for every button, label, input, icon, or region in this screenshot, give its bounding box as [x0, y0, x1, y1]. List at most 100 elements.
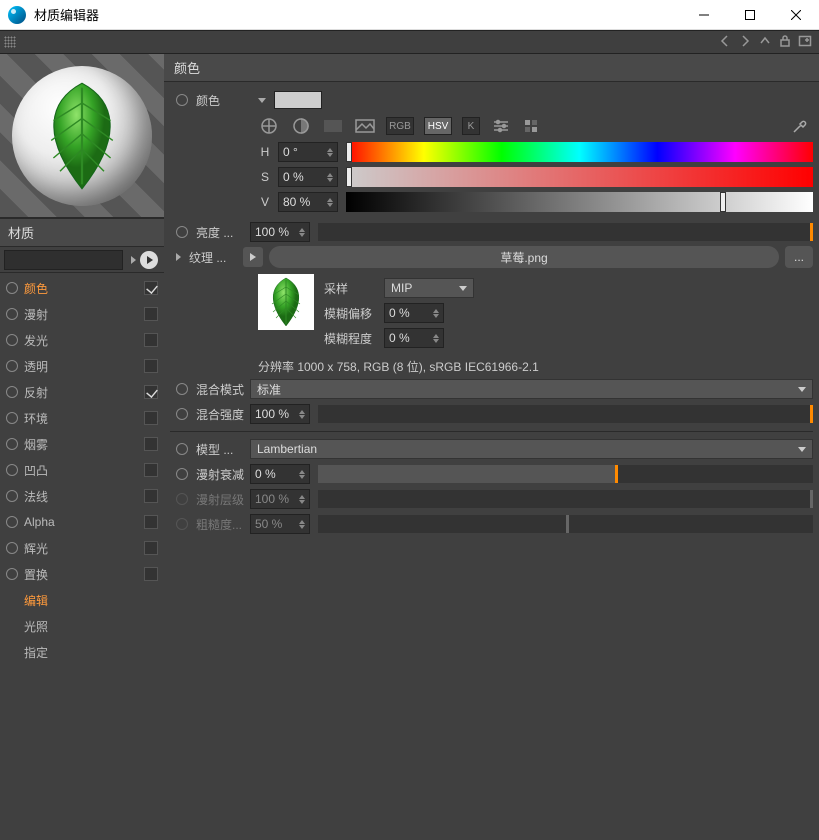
- image-picker-icon[interactable]: [354, 117, 376, 135]
- color-swatch[interactable]: [274, 91, 322, 109]
- channel-anim-toggle[interactable]: [6, 464, 18, 476]
- channel-anim-toggle[interactable]: [6, 412, 18, 424]
- search-dropdown-icon[interactable]: [131, 256, 136, 264]
- maximize-button[interactable]: [727, 0, 773, 30]
- param-anim-toggle[interactable]: [176, 443, 188, 455]
- channel-anim-toggle[interactable]: [6, 490, 18, 502]
- eyedropper-icon[interactable]: [791, 117, 813, 135]
- kelvin-mode-button[interactable]: K: [462, 117, 480, 135]
- channel-label: 颜色: [24, 280, 140, 297]
- mix-strength-spinner[interactable]: 100 %: [250, 404, 310, 424]
- diffuse-level-slider: [318, 490, 813, 508]
- rgb-mode-button[interactable]: RGB: [386, 117, 414, 135]
- swatches-icon[interactable]: [522, 117, 544, 135]
- channel-item[interactable]: 辉光: [0, 535, 164, 561]
- search-input[interactable]: [4, 250, 123, 270]
- color-spectrum-icon[interactable]: [290, 117, 312, 135]
- param-anim-toggle[interactable]: [176, 408, 188, 420]
- channel-item[interactable]: 环境: [0, 405, 164, 431]
- channel-item[interactable]: Alpha: [0, 509, 164, 535]
- channel-checkbox[interactable]: [144, 437, 158, 451]
- channel-anim-toggle[interactable]: [6, 568, 18, 580]
- channel-item[interactable]: 指定: [0, 639, 164, 665]
- channel-anim-toggle[interactable]: [6, 282, 18, 294]
- brightness-slider[interactable]: [318, 223, 813, 241]
- channel-item[interactable]: 漫射: [0, 301, 164, 327]
- channel-label: 编辑: [24, 592, 140, 609]
- s-spinner[interactable]: 0 %: [278, 167, 338, 187]
- mix-mode-dropdown[interactable]: 标准: [250, 379, 813, 399]
- texture-expand-icon[interactable]: [176, 253, 181, 261]
- channel-anim-toggle[interactable]: [6, 438, 18, 450]
- channel-item[interactable]: 凹凸: [0, 457, 164, 483]
- v-spinner[interactable]: 80 %: [278, 192, 338, 212]
- param-anim-toggle[interactable]: [176, 94, 188, 106]
- channel-item[interactable]: 置换: [0, 561, 164, 587]
- channel-anim-toggle[interactable]: [6, 360, 18, 372]
- channel-item[interactable]: 烟雾: [0, 431, 164, 457]
- texture-thumbnail[interactable]: [258, 274, 314, 330]
- mixer-icon[interactable]: [490, 117, 512, 135]
- diffuse-falloff-spinner[interactable]: 0 %: [250, 464, 310, 484]
- channel-anim-toggle[interactable]: [6, 516, 18, 528]
- grayscale-icon[interactable]: [322, 117, 344, 135]
- blur-scale-spinner[interactable]: 0 %: [384, 328, 444, 348]
- nav-up-icon[interactable]: [755, 34, 775, 51]
- channel-checkbox[interactable]: [144, 359, 158, 373]
- model-dropdown[interactable]: Lambertian: [250, 439, 813, 459]
- param-anim-toggle[interactable]: [176, 226, 188, 238]
- channel-checkbox[interactable]: [144, 307, 158, 321]
- channel-label: 指定: [24, 644, 140, 661]
- channel-checkbox[interactable]: [144, 567, 158, 581]
- channel-checkbox[interactable]: [144, 463, 158, 477]
- search-go-button[interactable]: [140, 251, 158, 269]
- channel-item[interactable]: 透明: [0, 353, 164, 379]
- lock-icon[interactable]: [775, 34, 795, 51]
- material-preview[interactable]: [0, 54, 164, 218]
- channel-checkbox[interactable]: [144, 281, 158, 295]
- mix-strength-slider[interactable]: [318, 405, 813, 423]
- channel-item[interactable]: 颜色: [0, 275, 164, 301]
- nav-back-icon[interactable]: [715, 34, 735, 51]
- param-anim-toggle[interactable]: [176, 468, 188, 480]
- param-anim-toggle[interactable]: [176, 383, 188, 395]
- new-tab-icon[interactable]: [795, 34, 815, 51]
- minimize-button[interactable]: [681, 0, 727, 30]
- channel-checkbox[interactable]: [144, 411, 158, 425]
- channel-anim-toggle[interactable]: [6, 386, 18, 398]
- close-button[interactable]: [773, 0, 819, 30]
- sampling-dropdown[interactable]: MIP: [384, 278, 474, 298]
- param-anim-toggle: [176, 493, 188, 505]
- texture-filename-button[interactable]: 草莓.png: [269, 246, 779, 268]
- s-label: S: [258, 170, 272, 184]
- texture-browse-button[interactable]: ...: [785, 246, 813, 268]
- channel-item[interactable]: 光照: [0, 613, 164, 639]
- channel-item[interactable]: 法线: [0, 483, 164, 509]
- v-label: V: [258, 195, 272, 209]
- h-slider[interactable]: [346, 142, 813, 162]
- channel-item[interactable]: 反射: [0, 379, 164, 405]
- channel-checkbox[interactable]: [144, 385, 158, 399]
- texture-menu-button[interactable]: [243, 247, 263, 267]
- hsv-mode-button[interactable]: HSV: [424, 117, 452, 135]
- s-slider[interactable]: [346, 167, 813, 187]
- diffuse-falloff-slider[interactable]: [318, 465, 813, 483]
- channel-anim-toggle[interactable]: [6, 334, 18, 346]
- channel-item[interactable]: 发光: [0, 327, 164, 353]
- v-slider[interactable]: [346, 192, 813, 212]
- color-expand-icon[interactable]: [258, 98, 266, 103]
- blur-offset-spinner[interactable]: 0 %: [384, 303, 444, 323]
- h-spinner[interactable]: 0 °: [278, 142, 338, 162]
- color-wheel-icon[interactable]: [258, 117, 280, 135]
- diffuse-falloff-label: 漫射衰减: [196, 466, 250, 483]
- brightness-spinner[interactable]: 100 %: [250, 222, 310, 242]
- channel-anim-toggle[interactable]: [6, 308, 18, 320]
- channel-checkbox[interactable]: [144, 333, 158, 347]
- channel-item[interactable]: 编辑: [0, 587, 164, 613]
- nav-forward-icon[interactable]: [735, 34, 755, 51]
- channel-checkbox[interactable]: [144, 489, 158, 503]
- channel-anim-toggle[interactable]: [6, 542, 18, 554]
- channel-label: 辉光: [24, 540, 140, 557]
- channel-checkbox[interactable]: [144, 541, 158, 555]
- channel-checkbox[interactable]: [144, 515, 158, 529]
